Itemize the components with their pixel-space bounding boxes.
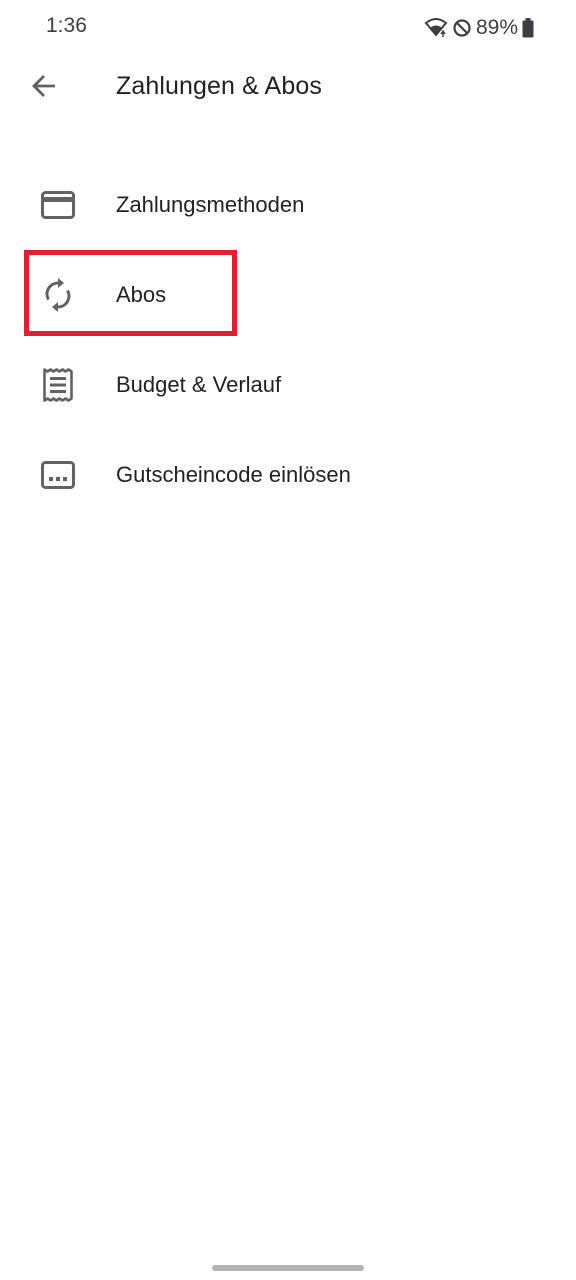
menu-item-payment-methods[interactable]: Zahlungsmethoden: [0, 160, 576, 250]
battery-icon: [522, 18, 534, 38]
status-bar: 1:36 89%: [0, 0, 576, 56]
menu-list: Zahlungsmethoden Abos Budget & Verlauf G…: [0, 160, 576, 520]
menu-item-label: Abos: [116, 282, 167, 307]
back-button[interactable]: [22, 66, 66, 110]
wifi-icon: [424, 17, 448, 39]
menu-item-label: Budget & Verlauf: [116, 372, 282, 397]
credit-card-icon: [38, 185, 78, 225]
do-not-disturb-icon: [452, 18, 472, 38]
gesture-nav-handle[interactable]: [212, 1265, 364, 1271]
battery-percentage: 89%: [475, 16, 518, 39]
menu-item-label: Zahlungsmethoden: [116, 192, 305, 217]
menu-item-label: Gutscheincode einlösen: [116, 462, 351, 487]
sync-icon: [38, 275, 78, 315]
redeem-code-icon: [38, 455, 78, 495]
arrow-back-icon: [30, 72, 58, 105]
status-icons: 89%: [424, 14, 534, 42]
status-time: 1:36: [46, 14, 87, 37]
menu-item-budget-history[interactable]: Budget & Verlauf: [0, 340, 576, 430]
menu-item-subscriptions[interactable]: Abos: [0, 250, 576, 340]
page-title: Zahlungen & Abos: [116, 72, 322, 100]
receipt-icon: [38, 365, 78, 405]
app-bar: Zahlungen & Abos: [0, 56, 576, 120]
menu-item-redeem-code[interactable]: Gutscheincode einlösen: [0, 430, 576, 520]
